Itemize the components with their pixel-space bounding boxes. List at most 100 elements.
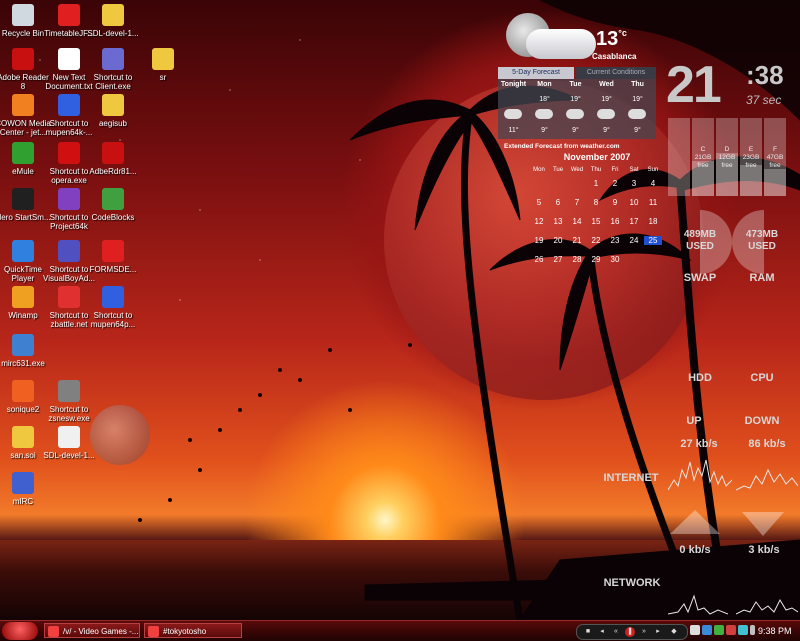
internet-up-rate: 27 kb/s (680, 438, 718, 450)
calendar-day: 21 (572, 236, 582, 245)
rewind-icon[interactable]: « (611, 627, 621, 637)
desktop-icon[interactable]: SDL-devel-1... (84, 4, 142, 38)
calendar-day: 30 (610, 255, 620, 264)
calendar-day: 2 (612, 179, 618, 188)
forecast-day: Tue (569, 81, 582, 88)
forecast-day: Mon (537, 81, 552, 88)
drive-label: free (769, 162, 781, 169)
forecast-high: 19° (570, 96, 581, 103)
visualboy-icon (58, 240, 80, 262)
drive-letter: E (748, 146, 754, 153)
forecast-low: 9° (541, 127, 548, 134)
desktop-icon[interactable]: Shortcut to mupen64p... (84, 286, 142, 329)
desktop-icon-label: Shortcut to zsnesw.exe (48, 405, 90, 423)
opera-icon (58, 142, 80, 164)
calendar-day: 11 (648, 198, 658, 207)
network-up-rate: 0 kb/s (679, 544, 711, 556)
desktop-icon[interactable]: CodeBlocks (84, 188, 142, 222)
tab-current-conditions[interactable]: Current Conditions (576, 67, 656, 79)
calendar-day: 19 (534, 236, 544, 245)
volume-icon[interactable]: ◆ (669, 627, 679, 637)
desktop-icon[interactable]: mirc631.exe (0, 334, 52, 368)
calendar-weekday: Sat (629, 167, 639, 173)
ram-value: 473MB (745, 229, 779, 240)
internet-up-graph (668, 459, 732, 491)
cloud-icon (504, 109, 522, 119)
desktop-icon[interactable]: Shortcut to zsnesw.exe (40, 380, 98, 423)
forecast-low: 11° (508, 127, 519, 134)
mirc-installer-icon (12, 334, 34, 356)
ram-used: 473MB USED (726, 229, 798, 253)
calendar-day: 14 (572, 217, 582, 226)
desktop-icon[interactable]: SDL-devel-1... (40, 426, 98, 460)
drive-label: free (745, 162, 757, 169)
calendar-day: 26 (534, 255, 544, 264)
winamp-icon (12, 286, 34, 308)
desktop-icon[interactable]: sr (134, 48, 192, 82)
tray-security-icon[interactable] (726, 625, 736, 635)
network-down-graph (736, 598, 798, 615)
desktop-icon-label: sr (159, 73, 167, 82)
tray-arrow-icon[interactable] (690, 625, 700, 635)
taskbar: /v/ - Video Games -... #tokyotosho ■ ◂ «… (0, 620, 800, 641)
hdd-label: HDD (688, 372, 712, 384)
forecast-table: Tonight Mon Tue Wed Thu 18° 19° 19° 19° … (498, 79, 656, 139)
tray-volume-icon[interactable] (750, 625, 755, 635)
calendar-weekday: Thu (590, 167, 602, 173)
pause-icon[interactable]: ❚ (625, 627, 635, 637)
desktop-icon-label: Shortcut to Project64k (49, 213, 89, 231)
network-down-arrow-icon (742, 512, 784, 536)
mupen-icon (102, 286, 124, 308)
taskbar-task[interactable]: /v/ - Video Games -... (44, 623, 140, 638)
calendar-today: 25 (644, 236, 662, 245)
next-icon[interactable]: ▸ (653, 627, 663, 637)
internet-title: INTERNET (603, 472, 659, 484)
calendar-title: November 2007 (563, 152, 631, 162)
calendar-day: 18 (648, 217, 658, 226)
desktop-icon[interactable]: aegisub (84, 94, 142, 128)
desktop-icon-label: Shortcut to Client.exe (93, 73, 133, 91)
calendar-day: 15 (591, 217, 601, 226)
tray-network-icon[interactable] (702, 625, 712, 635)
cloud-weather-icon (526, 29, 596, 59)
recycle-bin-icon (12, 4, 34, 26)
calendar-day: 28 (572, 255, 582, 264)
internet-down-graph (736, 468, 798, 491)
clock-minutes: :38 (746, 60, 784, 90)
drive-label: F 47GB free (761, 146, 789, 170)
forecast-footer-link[interactable]: Extended Forecast from weather.com (504, 143, 620, 150)
desktop-icon[interactable]: mIRC (0, 472, 52, 506)
calendar-day: 6 (555, 198, 561, 207)
quicktime-icon (12, 240, 34, 262)
start-button[interactable] (2, 622, 38, 640)
taskbar-task[interactable]: #tokyotosho (144, 623, 242, 638)
taskbar-clock[interactable]: 9:38 PM (758, 621, 792, 641)
tray-messenger-icon[interactable] (714, 625, 724, 635)
mupen-icon (58, 94, 80, 116)
internet-down-label: DOWN (744, 415, 780, 427)
calendar-day: 7 (574, 198, 580, 207)
tray-mail-icon[interactable] (738, 625, 748, 635)
ram-used-label: USED (748, 241, 776, 252)
cloud-icon (628, 109, 646, 119)
swap-used-label: USED (686, 241, 714, 252)
forecast-high: 19° (632, 96, 643, 103)
desktop-icon-label: aegisub (98, 119, 128, 128)
tab-5-day-forecast[interactable]: 5-Day Forecast (498, 67, 574, 79)
internet-up-label: UP (686, 415, 702, 427)
desktop-icon[interactable]: AdbeRdr81... (84, 142, 142, 176)
forecast-low: 9° (572, 127, 579, 134)
calendar-day: 13 (553, 217, 563, 226)
stop-icon[interactable]: ■ (583, 627, 593, 637)
weather-widget[interactable]: 13°c Casablanca 5-Day Forecast Current C… (496, 5, 658, 150)
forecast-high: 18° (539, 96, 550, 103)
desktop-icon-label: eMule (12, 167, 34, 176)
network-title: NETWORK (603, 577, 661, 589)
drive-letter: D (724, 146, 730, 153)
fast-forward-icon[interactable]: » (639, 627, 649, 637)
previous-icon[interactable]: ◂ (597, 627, 607, 637)
ram-label: RAM (749, 272, 775, 284)
nero-icon (12, 188, 34, 210)
zsnes-icon (58, 380, 80, 402)
desktop-icon[interactable]: FORMSDE... (84, 240, 142, 274)
